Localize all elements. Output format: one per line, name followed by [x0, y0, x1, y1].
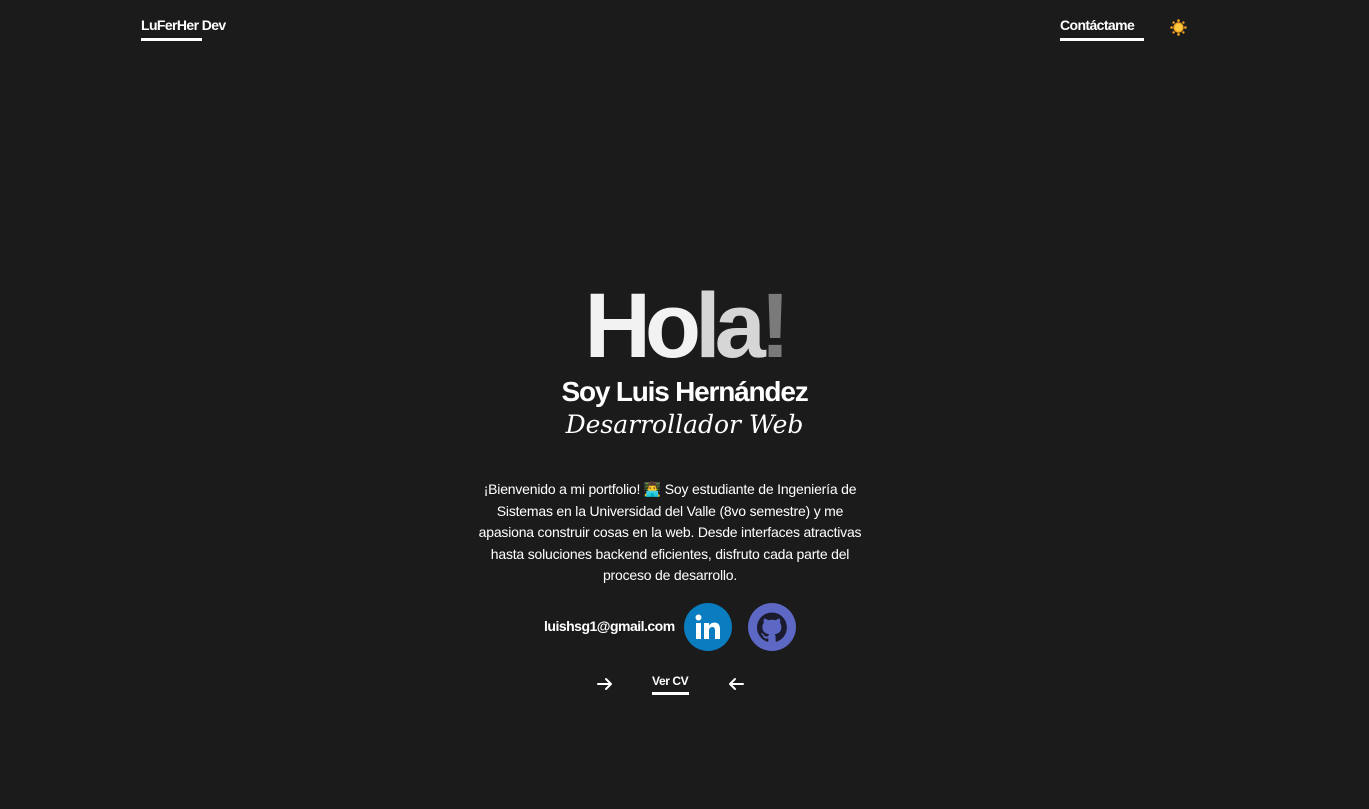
intro-paragraph: ¡Bienvenido a mi portfolio! 👨‍💻 Soy estu…	[478, 481, 862, 583]
arrow-right-icon	[597, 678, 612, 690]
brand-logo-link[interactable]: LuFerHer Dev	[141, 17, 226, 41]
cv-row: Ver CV	[0, 672, 1369, 702]
contact-link[interactable]: Contáctame	[1060, 17, 1144, 41]
linkedin-icon[interactable]	[684, 603, 732, 651]
contact-row: luishsg1@gmail.com	[0, 603, 1369, 653]
portfolio-page: LuFerHer Dev Contáctame Hola! Soy Luis H…	[0, 0, 1369, 809]
hero-role: Desarrollador Web	[565, 410, 804, 439]
github-icon[interactable]	[748, 603, 796, 651]
greeting-part-1: Ho	[584, 275, 701, 377]
email-text[interactable]: luishsg1@gmail.com	[544, 618, 675, 634]
view-cv-link[interactable]: Ver CV	[652, 674, 689, 695]
greeting-exclamation: !	[759, 275, 791, 377]
sun-icon[interactable]	[1170, 19, 1187, 36]
arrow-left-icon	[729, 678, 744, 690]
hero-greeting: Hola!	[0, 278, 1369, 374]
hero-name: Soy Luis Hernández	[561, 376, 808, 407]
greeting-part-2: la	[695, 275, 766, 377]
